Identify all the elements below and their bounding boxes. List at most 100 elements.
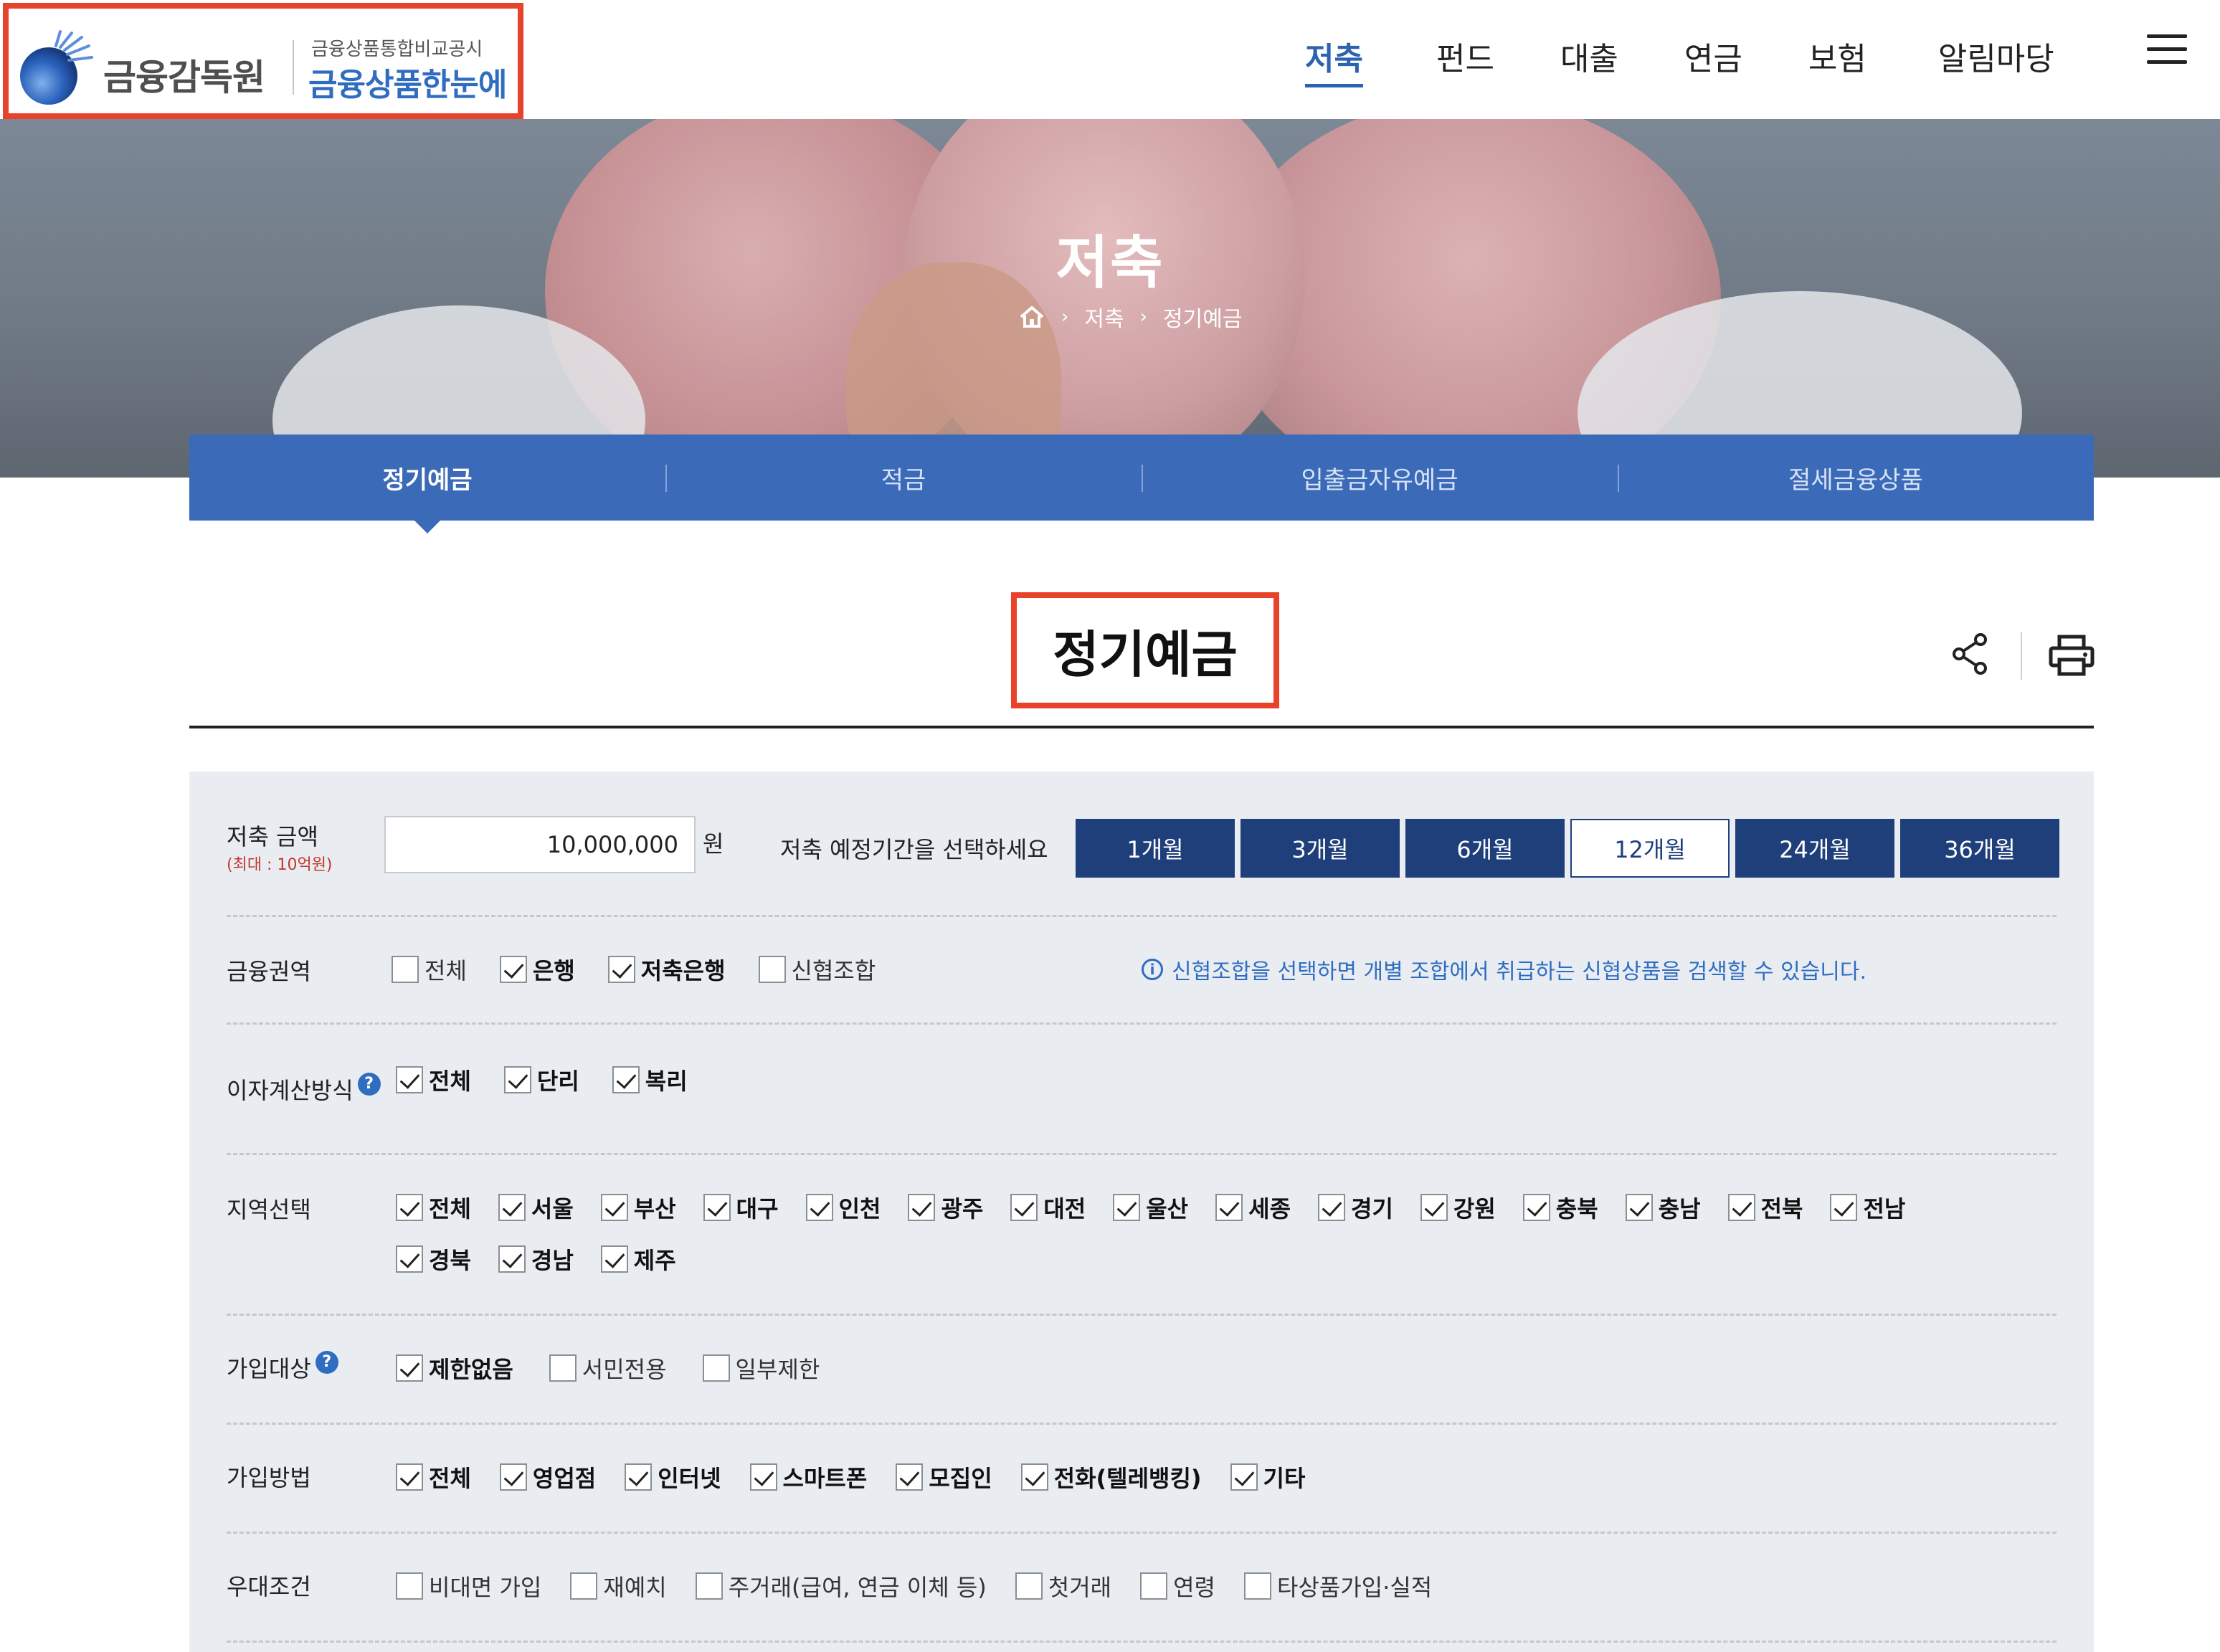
checkbox-sector-bank[interactable]: 은행 — [499, 955, 575, 984]
print-icon[interactable] — [2048, 634, 2095, 677]
checkbox-region-jeonbuk[interactable]: 전북 — [1727, 1193, 1803, 1223]
checkbox-region-gyeongbuk[interactable]: 경북 — [396, 1245, 471, 1274]
checkbox-target-low-income[interactable]: 서민전용 — [549, 1354, 667, 1383]
share-icon[interactable] — [1950, 632, 1991, 675]
checkbox-method-other[interactable]: 기타 — [1230, 1463, 1305, 1492]
checkbox-box[interactable] — [498, 1194, 526, 1221]
checkbox-box[interactable] — [499, 1463, 527, 1491]
nav-item-notice[interactable]: 알림마당 — [1938, 33, 2054, 87]
checkbox-pref-non-face-to-face[interactable]: 비대면 가입 — [396, 1572, 541, 1601]
period-button-6m[interactable]: 6개월 — [1405, 819, 1565, 878]
checkbox-region-jeonnam[interactable]: 전남 — [1830, 1193, 1905, 1223]
period-button-12m[interactable]: 12개월 — [1570, 819, 1730, 878]
checkbox-box[interactable] — [607, 956, 635, 983]
period-button-3m[interactable]: 3개월 — [1241, 819, 1400, 878]
checkbox-method-telebanking[interactable]: 전화(텔레뱅킹) — [1020, 1463, 1202, 1492]
checkbox-box[interactable] — [625, 1463, 653, 1491]
checkbox-box[interactable] — [396, 1245, 423, 1273]
checkbox-box[interactable] — [695, 1572, 723, 1600]
checkbox-box[interactable] — [1420, 1194, 1448, 1221]
checkbox-region-busan[interactable]: 부산 — [600, 1193, 676, 1223]
checkbox-method-smartphone[interactable]: 스마트폰 — [749, 1463, 867, 1492]
checkbox-box[interactable] — [908, 1194, 936, 1221]
checkbox-region-gangwon[interactable]: 강원 — [1420, 1193, 1496, 1223]
checkbox-box[interactable] — [1230, 1463, 1258, 1491]
period-button-24m[interactable]: 24개월 — [1735, 819, 1894, 878]
checkbox-box[interactable] — [1215, 1194, 1243, 1221]
checkbox-box[interactable] — [703, 1194, 731, 1221]
checkbox-box[interactable] — [499, 956, 527, 983]
period-button-1m[interactable]: 1개월 — [1076, 819, 1235, 878]
checkbox-box[interactable] — [503, 1066, 531, 1093]
checkbox-box[interactable] — [570, 1572, 598, 1600]
checkbox-box[interactable] — [612, 1066, 640, 1093]
menu-icon[interactable] — [2147, 34, 2187, 66]
nav-item-fund[interactable]: 펀드 — [1436, 33, 1494, 87]
checkbox-region-jeju[interactable]: 제주 — [600, 1245, 676, 1274]
home-icon[interactable] — [1018, 305, 1045, 329]
tab-demand-deposit[interactable]: 입출금자유예금 — [1142, 435, 1618, 521]
checkbox-method-all[interactable]: 전체 — [396, 1463, 471, 1492]
checkbox-region-chungbuk[interactable]: 충북 — [1522, 1193, 1598, 1223]
help-icon[interactable]: ? — [315, 1351, 338, 1374]
checkbox-region-incheon[interactable]: 인천 — [805, 1193, 881, 1223]
checkbox-box[interactable] — [600, 1194, 628, 1221]
checkbox-box[interactable] — [549, 1354, 577, 1382]
checkbox-box[interactable] — [392, 956, 419, 983]
checkbox-interest-compound[interactable]: 복리 — [612, 1065, 688, 1095]
checkbox-region-all[interactable]: 전체 — [396, 1193, 471, 1223]
checkbox-region-daegu[interactable]: 대구 — [703, 1193, 779, 1223]
checkbox-sector-credit-union[interactable]: 신협조합 — [758, 955, 876, 984]
checkbox-box[interactable] — [1020, 1463, 1048, 1491]
checkbox-sector-all[interactable]: 전체 — [392, 955, 467, 984]
checkbox-method-agent[interactable]: 모집인 — [896, 1463, 992, 1492]
checkbox-box[interactable] — [1522, 1194, 1550, 1221]
breadcrumb-item-savings[interactable]: 저축 — [1084, 301, 1124, 333]
checkbox-pref-other-products[interactable]: 타상품가입·실적 — [1243, 1572, 1432, 1601]
nav-item-pension[interactable]: 연금 — [1684, 33, 1742, 87]
tab-installment-savings[interactable]: 적금 — [665, 435, 1142, 521]
checkbox-box[interactable] — [1727, 1194, 1755, 1221]
checkbox-box[interactable] — [1243, 1572, 1271, 1600]
checkbox-region-gwangju[interactable]: 광주 — [908, 1193, 983, 1223]
checkbox-box[interactable] — [1830, 1194, 1858, 1221]
checkbox-box[interactable] — [396, 1066, 423, 1093]
checkbox-box[interactable] — [396, 1572, 423, 1600]
checkbox-box[interactable] — [758, 956, 786, 983]
checkbox-box[interactable] — [702, 1354, 730, 1382]
checkbox-box[interactable] — [805, 1194, 833, 1221]
nav-item-savings[interactable]: 저축 — [1305, 33, 1363, 87]
checkbox-box[interactable] — [396, 1194, 423, 1221]
checkbox-box[interactable] — [749, 1463, 777, 1491]
checkbox-box[interactable] — [1010, 1194, 1038, 1221]
amount-input[interactable]: 10,000,000 — [384, 816, 696, 873]
checkbox-box[interactable] — [896, 1463, 924, 1491]
checkbox-box[interactable] — [498, 1245, 526, 1273]
checkbox-target-unrestricted[interactable]: 제한없음 — [396, 1354, 513, 1383]
checkbox-target-partial[interactable]: 일부제한 — [702, 1354, 820, 1383]
checkbox-region-sejong[interactable]: 세종 — [1215, 1193, 1291, 1223]
checkbox-box[interactable] — [1113, 1194, 1141, 1221]
checkbox-interest-all[interactable]: 전체 — [396, 1065, 471, 1095]
checkbox-pref-main-transaction[interactable]: 주거래(급여, 연금 이체 등) — [695, 1572, 987, 1601]
checkbox-box[interactable] — [1015, 1572, 1043, 1600]
checkbox-box[interactable] — [1140, 1572, 1168, 1600]
checkbox-region-gyeongnam[interactable]: 경남 — [498, 1245, 574, 1274]
checkbox-region-chungnam[interactable]: 충남 — [1625, 1193, 1701, 1223]
period-button-36m[interactable]: 36개월 — [1900, 819, 2059, 878]
tab-time-deposit[interactable]: 정기예금 — [189, 435, 665, 533]
nav-item-insurance[interactable]: 보험 — [1808, 33, 1866, 87]
checkbox-sector-savings-bank[interactable]: 저축은행 — [607, 955, 726, 984]
checkbox-pref-redeposit[interactable]: 재예치 — [570, 1572, 667, 1601]
checkbox-box[interactable] — [1625, 1194, 1653, 1221]
help-icon[interactable]: ? — [357, 1073, 381, 1096]
checkbox-box[interactable] — [600, 1245, 628, 1273]
checkbox-box[interactable] — [396, 1463, 423, 1491]
site-logo[interactable]: 금융감독원 금융상품통합비교공시 금융상품한눈에 — [3, 3, 523, 119]
checkbox-region-daejeon[interactable]: 대전 — [1010, 1193, 1086, 1223]
nav-item-loan[interactable]: 대출 — [1560, 33, 1618, 87]
tab-tax-saving-products[interactable]: 절세금융상품 — [1618, 435, 2094, 521]
checkbox-region-gyeonggi[interactable]: 경기 — [1318, 1193, 1393, 1223]
checkbox-region-ulsan[interactable]: 울산 — [1113, 1193, 1188, 1223]
checkbox-pref-first-transaction[interactable]: 첫거래 — [1015, 1572, 1111, 1601]
